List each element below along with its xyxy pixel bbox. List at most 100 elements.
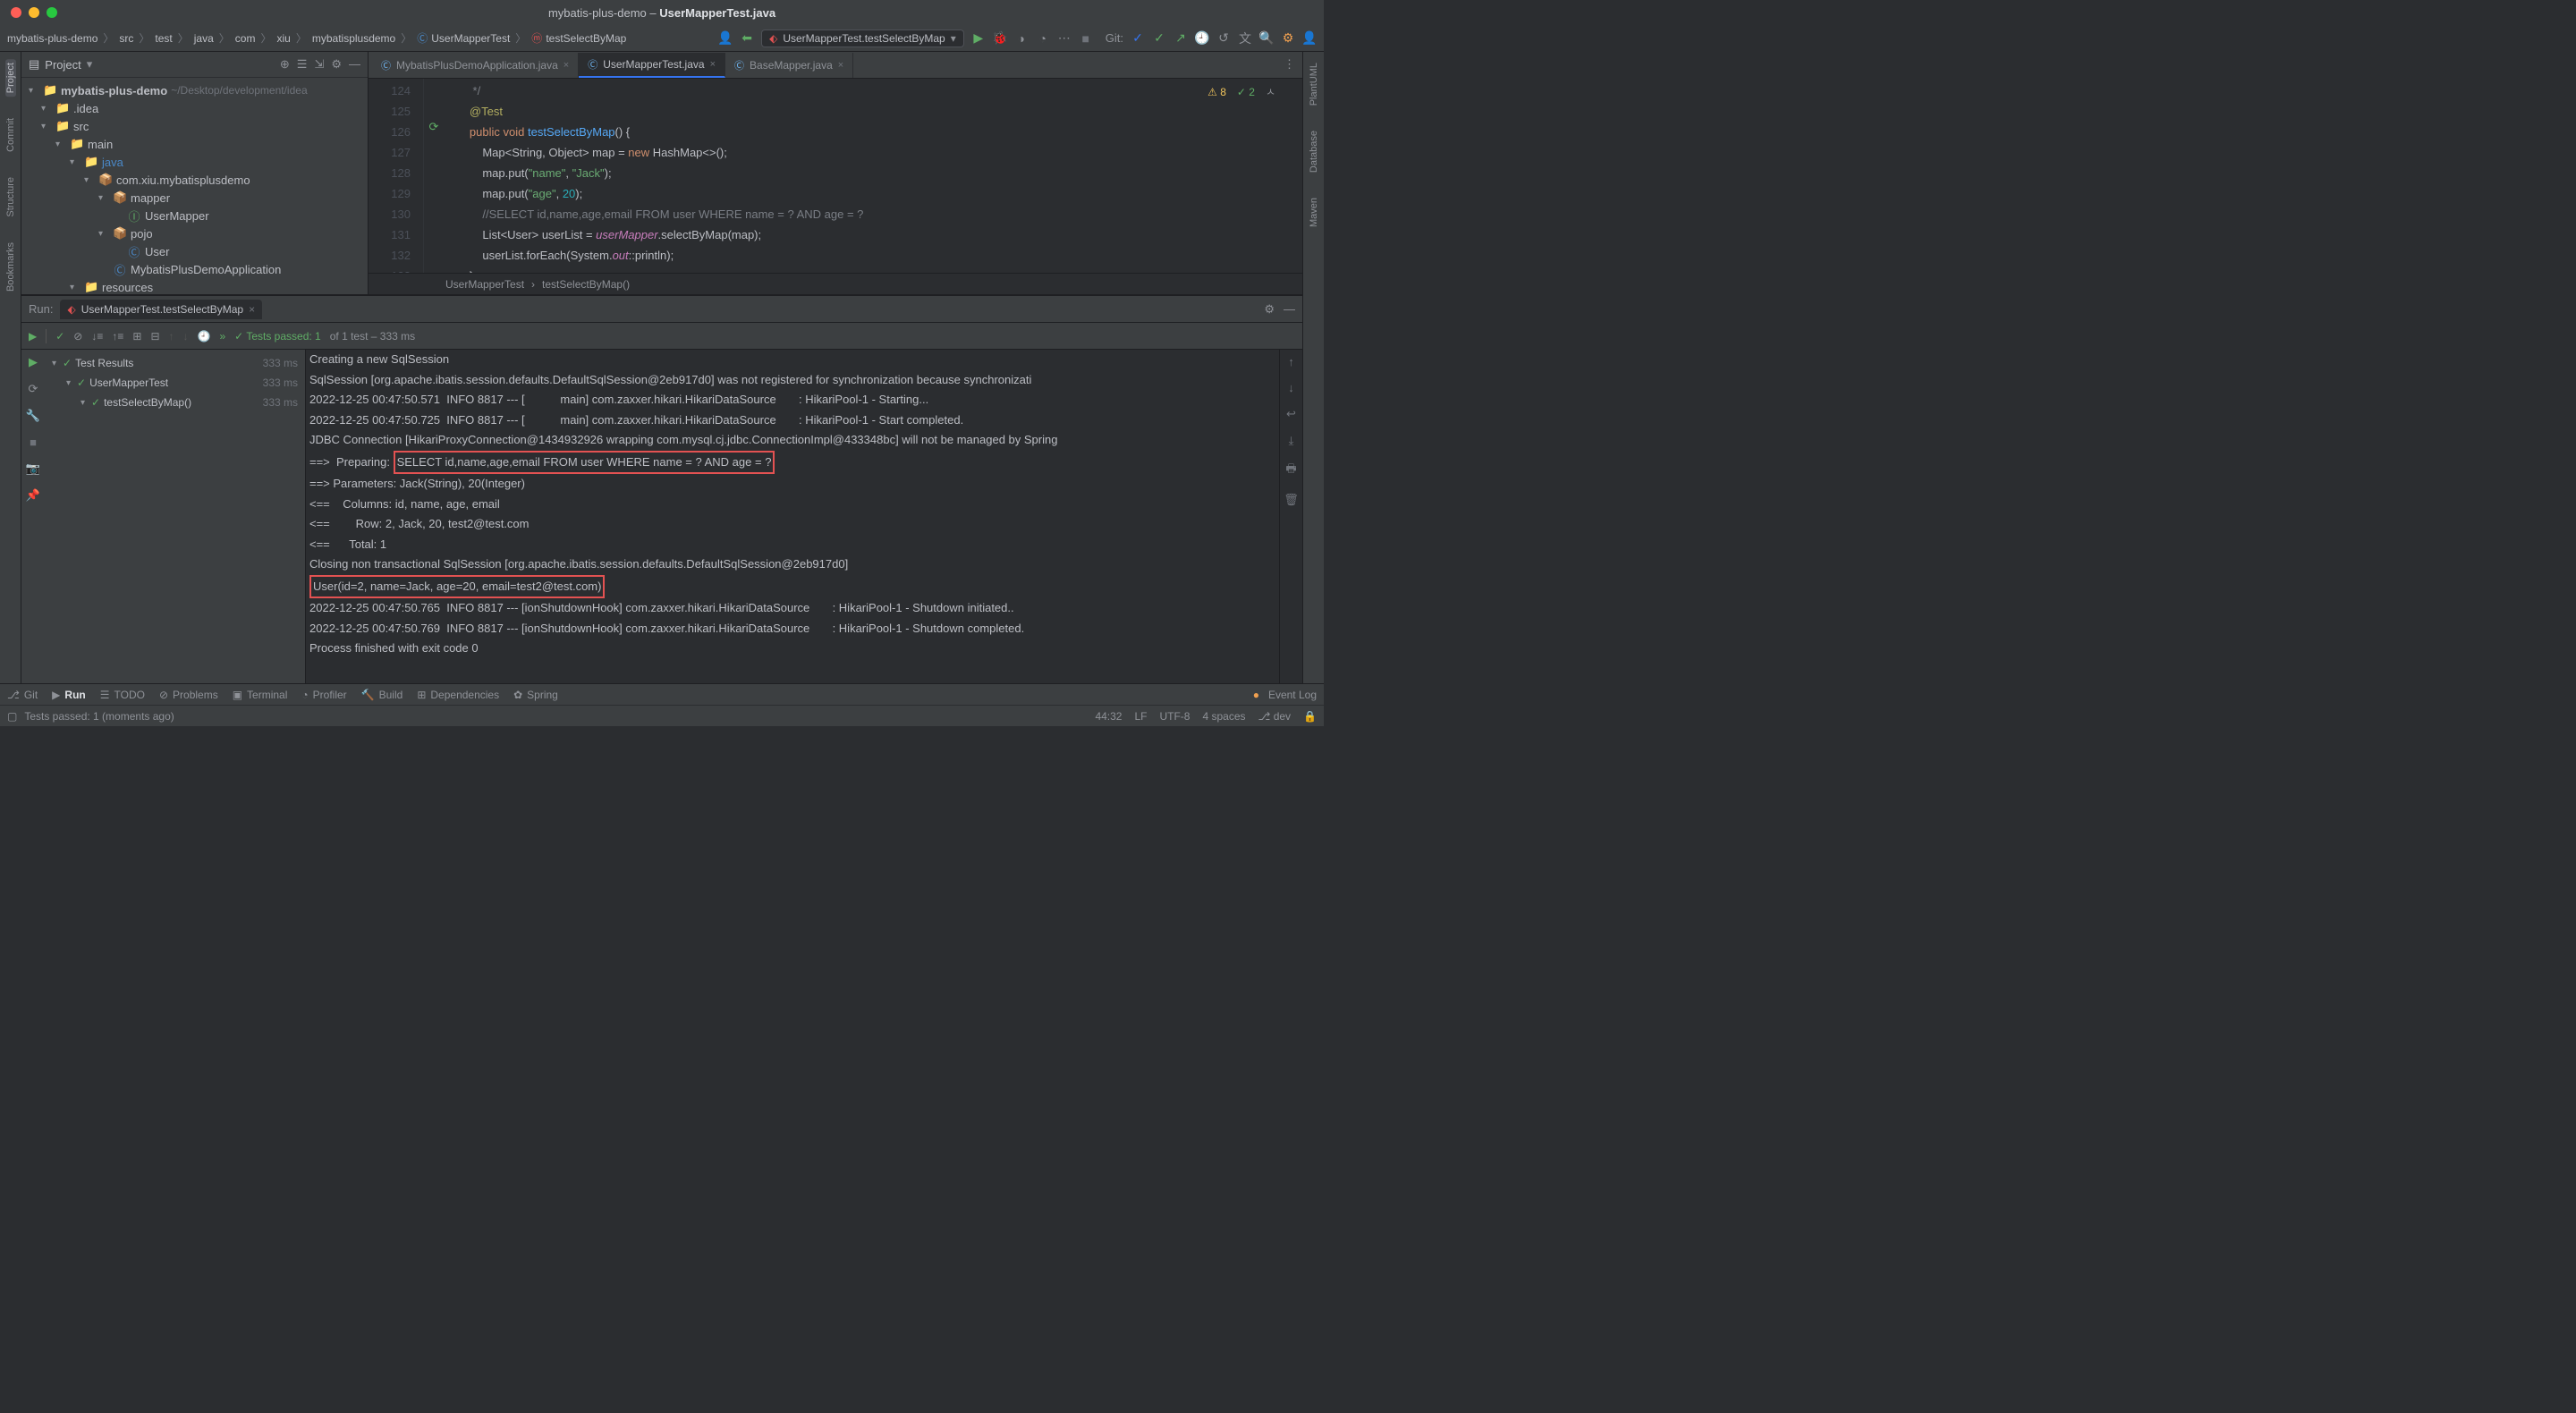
tool-project[interactable]: Project bbox=[5, 59, 16, 97]
user-icon[interactable]: 👤 bbox=[718, 31, 733, 46]
panel-settings-icon[interactable]: ⚙ bbox=[331, 57, 342, 72]
tool-structure[interactable]: Structure bbox=[5, 173, 16, 221]
collapse-all-icon[interactable]: ⇲ bbox=[314, 57, 324, 72]
tool-database[interactable]: Database bbox=[1309, 127, 1319, 176]
tree-node[interactable]: ⒸUser bbox=[21, 242, 368, 260]
git-branch[interactable]: ⎇ dev bbox=[1258, 710, 1292, 723]
wrench-icon[interactable]: 🔧 bbox=[26, 409, 40, 423]
git-push-icon[interactable]: ↗ bbox=[1174, 31, 1188, 46]
select-opened-file-icon[interactable]: ⊕ bbox=[280, 57, 290, 72]
sort2-icon[interactable]: ↑≡ bbox=[112, 330, 123, 343]
tree-root[interactable]: ▾📁 mybatis-plus-demo ~/Desktop/developme… bbox=[21, 81, 368, 99]
tree-node[interactable]: ▾📦com.xiu.mybatisplusdemo bbox=[21, 171, 368, 189]
editor-tabs-more-icon[interactable]: ⋮ bbox=[1284, 57, 1295, 72]
run-tab[interactable]: ⬖UserMapperTest.testSelectByMap× bbox=[60, 300, 262, 319]
hide-panel-icon[interactable]: — bbox=[349, 57, 360, 72]
maximize-window-button[interactable] bbox=[47, 7, 57, 18]
search-icon[interactable]: 🔍 bbox=[1259, 31, 1274, 46]
tool-plantuml[interactable]: PlantUML bbox=[1309, 59, 1319, 109]
avatar-icon[interactable]: 👤 bbox=[1302, 31, 1317, 46]
bottom-git[interactable]: ⎇Git bbox=[7, 689, 38, 701]
editor-breadcrumb[interactable]: UserMapperTest›testSelectByMap() bbox=[369, 273, 1302, 294]
test-node[interactable]: ▾✓Test Results333 ms bbox=[45, 353, 305, 373]
stop-icon[interactable]: ■ bbox=[1079, 31, 1093, 46]
console-output[interactable]: Creating a new SqlSessionSqlSession [org… bbox=[306, 350, 1279, 683]
rerun-button-icon[interactable]: ▶ bbox=[29, 355, 38, 369]
bottom-terminal[interactable]: ▣Terminal bbox=[233, 689, 288, 701]
profile-icon[interactable]: ◔ bbox=[1036, 31, 1050, 46]
bottom-problems[interactable]: ⊘Problems bbox=[159, 689, 218, 701]
attach-icon[interactable]: ⋯ bbox=[1057, 31, 1072, 46]
git-rollback-icon[interactable]: ↺ bbox=[1216, 31, 1231, 46]
tool-commit[interactable]: Commit bbox=[5, 114, 16, 156]
project-tree[interactable]: ▾📁 mybatis-plus-demo ~/Desktop/developme… bbox=[21, 78, 368, 294]
test-node[interactable]: ▾✓testSelectByMap()333 ms bbox=[45, 393, 305, 412]
inspection-indicator[interactable]: ⚠ 8 ✓ 2 ㅅ bbox=[1208, 84, 1275, 99]
sort-icon[interactable]: ↓≡ bbox=[91, 330, 103, 343]
breadcrumb[interactable]: mybatis-plus-demo〉src〉test〉java〉com〉xiu〉… bbox=[7, 30, 626, 46]
collapse-icon[interactable]: ⊟ bbox=[150, 330, 159, 343]
run-settings-icon[interactable]: ⚙ bbox=[1264, 302, 1275, 317]
scroll-up-icon[interactable]: ↑ bbox=[1288, 355, 1294, 368]
camera-icon[interactable]: 📷 bbox=[26, 461, 40, 476]
run-icon[interactable]: ▶ bbox=[971, 31, 986, 46]
bottom-todo[interactable]: ☰TODO bbox=[100, 689, 145, 701]
tree-node[interactable]: ▾📁resources bbox=[21, 278, 368, 294]
editor-tab[interactable]: ⒸUserMapperTest.java× bbox=[579, 53, 725, 78]
scroll-to-end-icon[interactable]: ⤓ bbox=[1289, 434, 1294, 448]
file-encoding[interactable]: UTF-8 bbox=[1159, 710, 1190, 723]
close-window-button[interactable] bbox=[11, 7, 21, 18]
show-ignored-icon[interactable]: ⊘ bbox=[73, 330, 82, 343]
run-hide-icon[interactable]: — bbox=[1284, 302, 1295, 317]
tree-node[interactable]: ▾📁src bbox=[21, 117, 368, 135]
test-node[interactable]: ▾✓UserMapperTest333 ms bbox=[45, 373, 305, 393]
clear-icon[interactable]: 🗑 bbox=[1284, 493, 1299, 507]
lock-icon[interactable]: 🔒 bbox=[1303, 710, 1317, 723]
tree-node[interactable]: ▾📁.idea bbox=[21, 99, 368, 117]
tree-node[interactable]: ▾📦mapper bbox=[21, 189, 368, 207]
indent-info[interactable]: 4 spaces bbox=[1202, 710, 1245, 723]
translate-icon[interactable]: 文 bbox=[1238, 31, 1252, 46]
scroll-down-icon[interactable]: ↓ bbox=[1288, 381, 1294, 394]
back-icon[interactable]: ⬅ bbox=[740, 31, 754, 46]
bottom-dependencies[interactable]: ⊞Dependencies bbox=[417, 689, 499, 701]
editor-tab[interactable]: ⒸBaseMapper.java× bbox=[725, 53, 853, 78]
expand-all-icon[interactable]: ☰ bbox=[297, 57, 308, 72]
bottom-run[interactable]: ▶Run bbox=[52, 689, 86, 701]
bottom-spring[interactable]: ✿Spring bbox=[513, 689, 558, 701]
debug-icon[interactable]: 🐞 bbox=[993, 31, 1007, 46]
soft-wrap-icon[interactable]: ↩ bbox=[1286, 407, 1296, 421]
show-passed-icon[interactable]: ✓ bbox=[55, 330, 64, 343]
toggle-auto-icon[interactable]: ⟳ bbox=[29, 382, 38, 396]
stop-button-icon[interactable]: ■ bbox=[30, 436, 37, 449]
code-content[interactable]: */ @Test public void testSelectByMap() {… bbox=[444, 79, 1302, 273]
line-separator[interactable]: LF bbox=[1134, 710, 1147, 723]
tree-node[interactable]: ▾📁java bbox=[21, 153, 368, 171]
coverage-icon[interactable]: ◑ bbox=[1014, 31, 1029, 46]
tree-node[interactable]: ⒾUserMapper bbox=[21, 207, 368, 224]
tree-node[interactable]: ▾📁main bbox=[21, 135, 368, 153]
git-commit-icon[interactable]: ✓ bbox=[1152, 31, 1166, 46]
tree-node[interactable]: ⒸMybatisPlusDemoApplication bbox=[21, 260, 368, 278]
git-update-icon[interactable]: ✓ bbox=[1131, 31, 1145, 46]
ide-settings-icon[interactable]: ⚙ bbox=[1281, 31, 1295, 46]
run-configuration-selector[interactable]: ⬖UserMapperTest.testSelectByMap▾ bbox=[761, 30, 964, 47]
tree-node[interactable]: ▾📦pojo bbox=[21, 224, 368, 242]
tool-maven[interactable]: Maven bbox=[1309, 194, 1319, 231]
bottom-build[interactable]: 🔨Build bbox=[361, 689, 403, 701]
print-icon[interactable]: 🖶 bbox=[1285, 461, 1296, 480]
pin-icon[interactable]: 📌 bbox=[26, 488, 40, 503]
test-results-tree[interactable]: ▾✓Test Results333 ms▾✓UserMapperTest333 … bbox=[45, 350, 306, 683]
status-icon[interactable]: ▢ bbox=[7, 710, 17, 723]
event-log-button[interactable]: Event Log bbox=[1268, 689, 1317, 701]
code-editor[interactable]: 124125126127128129130131132133 ⟳ */ @Tes… bbox=[369, 79, 1302, 273]
expand-icon[interactable]: ⊞ bbox=[132, 330, 141, 343]
minimize-window-button[interactable] bbox=[29, 7, 39, 18]
rerun-icon[interactable]: ▶ bbox=[29, 330, 37, 343]
editor-tab[interactable]: ⒸMybatisPlusDemoApplication.java× bbox=[372, 53, 579, 78]
caret-position[interactable]: 44:32 bbox=[1095, 710, 1122, 723]
bottom-profiler[interactable]: ◔Profiler bbox=[301, 689, 346, 701]
git-history-icon[interactable]: 🕘 bbox=[1195, 31, 1209, 46]
test-history-icon[interactable]: 🕘 bbox=[198, 330, 211, 343]
tool-bookmarks[interactable]: Bookmarks bbox=[5, 239, 16, 295]
